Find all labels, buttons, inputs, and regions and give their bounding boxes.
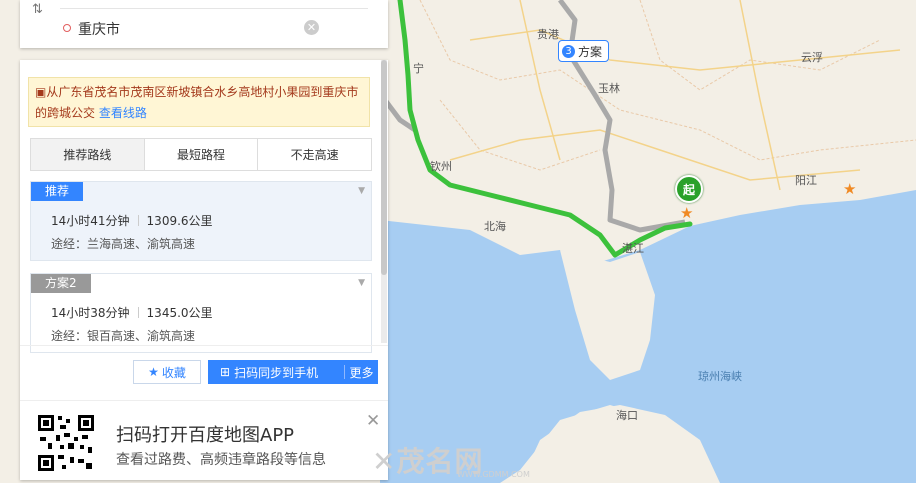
map-label: 湛江 <box>622 242 644 255</box>
route-via: 途经：银百高速、渝筑高速 <box>51 329 196 343</box>
route-stats: 14小时38分钟 1345.0公里 <box>51 304 213 321</box>
route-badge: 方案2 <box>31 274 91 293</box>
bus-icon: ▣ <box>35 85 47 99</box>
swap-icon[interactable]: ⇅ <box>32 2 43 17</box>
route-option-badge[interactable]: 3 方案 <box>558 40 610 62</box>
qr-subtitle: 查看过路费、高频违章路段等信息 <box>116 452 326 468</box>
route-via: 途经：兰海高速、渝筑高速 <box>51 237 196 251</box>
chevron-down-icon[interactable]: ▼ <box>358 278 365 288</box>
route-distance: 1309.6公里 <box>146 214 213 228</box>
route-stats: 14小时41分钟 1309.6公里 <box>51 212 213 229</box>
route-actions: ★ 收藏 ⊞ 扫码同步到手机 更多 <box>20 345 388 401</box>
route-preference-tabs: 推荐路线 最短路程 不走高速 <box>30 138 372 171</box>
watermark-url: WWW.GDMM.COM <box>457 470 530 479</box>
map-label: 玉林 <box>598 82 620 95</box>
divider <box>137 307 139 318</box>
qr-grid-icon: ⊞ <box>220 365 231 379</box>
route-duration: 14小时38分钟 <box>51 306 130 320</box>
route-panel: ▣从广东省茂名市茂南区新坡镇合水乡高地村小果园到重庆市的跨城公交 查看线路 推荐… <box>20 60 388 480</box>
city-star-icon: ★ <box>843 180 857 198</box>
more-button[interactable]: 更多 <box>345 364 378 381</box>
map-label: 阳江 <box>795 174 817 187</box>
close-icon[interactable]: ✕ <box>366 411 380 431</box>
sync-label: 扫码同步到手机 <box>234 365 319 380</box>
favorite-button[interactable]: ★ 收藏 <box>133 360 201 384</box>
map-label: 琼州海峡 <box>698 370 742 383</box>
chevron-down-icon[interactable]: ▼ <box>358 186 365 196</box>
route-card[interactable]: 方案2 ▼ 14小时38分钟 1345.0公里 途经：银百高速、渝筑高速 <box>30 273 372 353</box>
notice-text: 从广东省茂名市茂南区新坡镇合水乡高地村小果园到重庆市的跨城公交 <box>35 85 359 120</box>
route-duration: 14小时41分钟 <box>51 214 130 228</box>
cross-city-bus-notice: ▣从广东省茂名市茂南区新坡镇合水乡高地村小果园到重庆市的跨城公交 查看线路 <box>28 77 370 127</box>
qr-title: 扫码打开百度地图APP <box>116 425 295 446</box>
view-route-link[interactable]: 查看线路 <box>99 106 147 120</box>
start-star-icon: ★ <box>680 204 694 222</box>
app-download-banner: 扫码打开百度地图APP 查看过路费、高频违章路段等信息 ✕ <box>20 400 388 481</box>
map-label: 北海 <box>484 220 506 233</box>
qr-code-icon <box>36 413 96 473</box>
divider <box>137 215 139 226</box>
route-card[interactable]: 推荐 ▼ 14小时41分钟 1309.6公里 途经：兰海高速、渝筑高速 <box>30 181 372 261</box>
start-marker[interactable]: 起 <box>675 175 703 203</box>
tab-no-highway[interactable]: 不走高速 <box>258 139 372 170</box>
tab-recommended[interactable]: 推荐路线 <box>31 139 145 170</box>
sync-to-phone-button[interactable]: ⊞ 扫码同步到手机 更多 <box>208 360 378 384</box>
tab-shortest[interactable]: 最短路程 <box>144 139 259 170</box>
destination-dot-icon <box>63 24 71 32</box>
map-label: 宁 <box>413 62 424 75</box>
destination-input[interactable]: 重庆市 <box>78 19 120 39</box>
route-number-icon: 3 <box>562 44 575 58</box>
map-label: 云浮 <box>801 51 823 64</box>
star-icon: ★ <box>148 365 159 379</box>
clear-icon[interactable]: ✕ <box>304 20 319 35</box>
route-search-box: ⇅ 重庆市 ✕ <box>20 0 388 48</box>
route-badge: 推荐 <box>31 182 84 201</box>
map-label: 海口 <box>616 409 638 422</box>
scrollbar-thumb[interactable] <box>381 60 387 275</box>
route-badge-label: 方案 <box>578 44 603 59</box>
map-label: 钦州 <box>430 160 452 173</box>
map-label: 贵港 <box>537 28 559 41</box>
favorite-label: 收藏 <box>161 365 186 380</box>
divider <box>60 8 368 9</box>
route-distance: 1345.0公里 <box>146 306 213 320</box>
